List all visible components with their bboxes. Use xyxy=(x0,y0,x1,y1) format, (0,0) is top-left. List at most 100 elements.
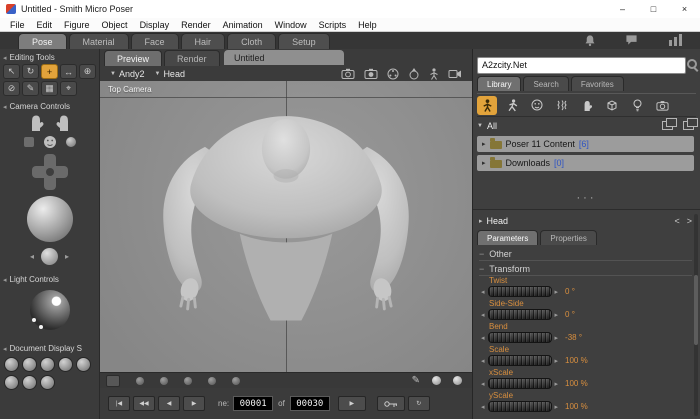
display-style-smooth-shaded[interactable] xyxy=(22,375,37,390)
figure-camera-icon[interactable] xyxy=(429,67,439,80)
editing-tools-header[interactable]: ◂ Editing Tools xyxy=(0,51,99,64)
prev-actor-button[interactable]: < xyxy=(674,216,679,226)
loop-button[interactable]: ↻ xyxy=(407,396,430,411)
current-frame-counter[interactable]: 00001 xyxy=(233,396,274,411)
fly-around-icon[interactable] xyxy=(23,137,34,147)
section-other[interactable]: − Other xyxy=(479,247,692,261)
dial-decrement[interactable]: ◂ xyxy=(481,403,485,411)
dial-value[interactable]: 100 % xyxy=(565,402,588,411)
dial-decrement[interactable]: ◂ xyxy=(481,288,485,296)
section-transform[interactable]: − Transform xyxy=(479,262,692,276)
menu-window[interactable]: Window xyxy=(269,20,313,30)
dial-increment[interactable]: ▸ xyxy=(555,334,559,342)
dial-slider[interactable] xyxy=(487,355,552,366)
tab-parameters[interactable]: Parameters xyxy=(477,230,539,245)
dial-decrement[interactable]: ◂ xyxy=(481,311,485,319)
dial-decrement[interactable]: ◂ xyxy=(481,380,485,388)
translate-inout-tool[interactable]: ↔ xyxy=(60,64,77,79)
search-input[interactable] xyxy=(477,56,686,74)
tracking-dot-1[interactable] xyxy=(136,376,144,385)
display-style-silhouette[interactable] xyxy=(4,357,19,372)
actor-menu-icon[interactable]: ▸ xyxy=(479,217,483,225)
prev-frame-button[interactable]: ◀◀ xyxy=(133,396,155,411)
document-tab[interactable]: Untitled xyxy=(224,50,344,65)
face-camera-icon[interactable] xyxy=(43,135,57,149)
tracking-dot-5[interactable] xyxy=(232,376,240,385)
select-tool[interactable]: ↖ xyxy=(3,64,20,79)
dial-value[interactable]: -38 ° xyxy=(565,333,582,342)
expression-category-icon[interactable] xyxy=(527,96,547,115)
depth-cue-button[interactable] xyxy=(106,374,120,387)
figure-selector[interactable]: ▼ Andy2 xyxy=(110,69,144,79)
dial-increment[interactable]: ▸ xyxy=(555,357,559,365)
dial-increment[interactable]: ▸ xyxy=(555,380,559,388)
tab-cloth[interactable]: Cloth xyxy=(227,33,277,49)
search-icon[interactable] xyxy=(687,59,697,69)
library-root-row[interactable]: ▼ All xyxy=(477,118,698,133)
tree-arrow-icon[interactable]: ▸ xyxy=(482,140,486,148)
camera-type-icon[interactable] xyxy=(65,137,76,147)
cameras-category-icon[interactable] xyxy=(652,96,672,115)
menu-figure[interactable]: Figure xyxy=(58,20,96,30)
tab-library[interactable]: Library xyxy=(477,76,522,91)
tab-setup[interactable]: Setup xyxy=(278,33,330,49)
menu-file[interactable]: File xyxy=(4,20,31,30)
tracking-dot-4[interactable] xyxy=(208,376,216,385)
dial-slider[interactable] xyxy=(487,286,552,297)
keyframe-button[interactable] xyxy=(376,396,405,411)
menu-animation[interactable]: Animation xyxy=(217,20,269,30)
video-camera-icon[interactable] xyxy=(448,69,462,79)
tracking-dot-2[interactable] xyxy=(160,376,168,385)
dial-value[interactable]: 0 ° xyxy=(565,310,575,319)
roll-left-icon[interactable]: ◂ xyxy=(30,252,34,261)
collapse-minus-icon[interactable]: − xyxy=(479,264,484,274)
camera-trackball[interactable] xyxy=(26,196,73,242)
maximize-button[interactable]: □ xyxy=(638,0,669,18)
camera-move-pad[interactable] xyxy=(31,154,68,190)
collapse-minus-icon[interactable]: − xyxy=(479,249,484,259)
display-style-lit-wireframe[interactable] xyxy=(76,357,91,372)
tab-material[interactable]: Material xyxy=(68,33,129,49)
poses-category-icon[interactable] xyxy=(502,96,522,115)
dial-increment[interactable]: ▸ xyxy=(555,311,559,319)
dial-value[interactable]: 0 ° xyxy=(565,287,575,296)
menu-object[interactable]: Object xyxy=(96,20,134,30)
dial-slider[interactable] xyxy=(487,309,552,320)
right-hand-camera-icon[interactable] xyxy=(55,113,72,132)
camera-roll-ball[interactable] xyxy=(41,248,58,265)
dial-value[interactable]: 100 % xyxy=(565,379,588,388)
dial-value[interactable]: 100 % xyxy=(565,356,588,365)
scale-tool[interactable]: ⊕ xyxy=(79,64,96,79)
aperture-icon[interactable] xyxy=(387,68,399,80)
hair-category-icon[interactable] xyxy=(552,96,572,115)
camera-icon[interactable] xyxy=(341,68,355,79)
light-dot[interactable] xyxy=(38,325,43,329)
light-controls-header[interactable]: ◂ Light Controls xyxy=(0,273,99,286)
actor-selector[interactable]: ▼ Head xyxy=(154,69,184,79)
snapshot-camera-icon[interactable] xyxy=(364,68,378,79)
display-style-wireframe[interactable] xyxy=(40,357,55,372)
tab-render[interactable]: Render xyxy=(164,50,220,66)
tree-arrow-icon[interactable]: ▸ xyxy=(482,159,486,167)
chat-icon[interactable] xyxy=(625,34,638,46)
props-category-icon[interactable] xyxy=(602,96,622,115)
edit-pencil-icon[interactable]: ✎ xyxy=(412,375,420,386)
list-item-downloads[interactable]: ▸ Downloads [0] xyxy=(477,155,694,171)
dial-decrement[interactable]: ◂ xyxy=(481,357,485,365)
dial-slider[interactable] xyxy=(487,332,552,343)
translate-tool[interactable]: + xyxy=(41,64,58,79)
dial-increment[interactable]: ▸ xyxy=(555,288,559,296)
dial-decrement[interactable]: ◂ xyxy=(481,334,485,342)
rotate-tool[interactable]: ↻ xyxy=(22,64,39,79)
chart-icon[interactable] xyxy=(668,34,684,46)
display-style-texture-shaded[interactable] xyxy=(40,375,55,390)
play-forward-button[interactable]: ▶ xyxy=(337,396,366,411)
dial-slider[interactable] xyxy=(487,401,552,412)
close-button[interactable]: × xyxy=(669,0,700,18)
orbit-camera-icon[interactable] xyxy=(408,67,420,80)
dial-slider[interactable] xyxy=(487,378,552,389)
menu-help[interactable]: Help xyxy=(352,20,383,30)
tab-hair[interactable]: Hair xyxy=(180,33,226,49)
first-frame-button[interactable]: |◀ xyxy=(108,396,130,411)
menu-render[interactable]: Render xyxy=(175,20,217,30)
